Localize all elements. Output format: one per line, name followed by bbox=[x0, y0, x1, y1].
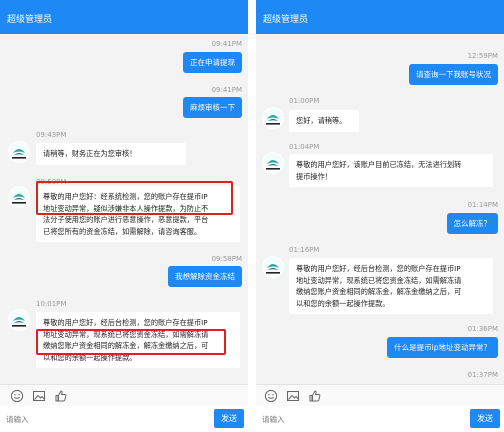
support-avatar-icon bbox=[9, 310, 29, 330]
message-timestamp: 01:37PM bbox=[467, 371, 498, 379]
send-button[interactable]: 发送 bbox=[214, 409, 244, 428]
message-input[interactable] bbox=[262, 411, 454, 427]
input-toolbar bbox=[0, 384, 248, 406]
support-avatar-icon bbox=[9, 142, 29, 162]
incoming-message: 尊敬的用户您好，该账户目前已冻结，无法进行划转 提币操作！ bbox=[289, 154, 493, 188]
input-bar: 发送 bbox=[0, 406, 248, 432]
chat-header: 超级管理员 bbox=[256, 0, 504, 34]
message-line: 地址变动异常，现系统已将您资金冻结，如需解冻请 bbox=[296, 275, 462, 285]
message-timestamp: 09:58PM bbox=[211, 255, 242, 263]
thumbs-up-icon[interactable] bbox=[54, 389, 68, 403]
message-line: 以和您的余额一起操作提款。 bbox=[296, 298, 390, 308]
support-avatar-icon bbox=[263, 108, 283, 128]
support-avatar-icon bbox=[9, 187, 29, 207]
avatar bbox=[8, 186, 30, 208]
smiley-icon[interactable] bbox=[264, 389, 278, 403]
message-timestamp: 10:01PM bbox=[36, 300, 67, 308]
smiley-icon[interactable] bbox=[10, 389, 24, 403]
avatar bbox=[262, 152, 284, 174]
support-avatar-icon bbox=[263, 153, 283, 173]
message-line: 请稍等，财务正在为您审核！ bbox=[43, 149, 137, 158]
outgoing-message: 请查询一下我账号状况 bbox=[409, 64, 498, 85]
highlight-box bbox=[36, 329, 226, 355]
highlight-box bbox=[36, 181, 233, 215]
avatar bbox=[8, 141, 30, 163]
avatar bbox=[262, 107, 284, 129]
message-timestamp: 01:16PM bbox=[289, 246, 320, 254]
image-icon[interactable] bbox=[286, 389, 300, 403]
message-timestamp: 09:41PM bbox=[211, 86, 242, 94]
message-line: 提币操作！ bbox=[296, 171, 332, 181]
message-timestamp: 12:59PM bbox=[467, 52, 498, 60]
input-bar: 发送 bbox=[256, 406, 504, 432]
outgoing-message: 正在申请提现 bbox=[183, 52, 242, 73]
message-line: 尊敬的用户您好，该账户目前已冻结，无法进行划转 bbox=[296, 160, 462, 169]
incoming-message: 您好，请稍等。 bbox=[289, 110, 359, 132]
message-line: 尊敬的用户您好，经后台检测，您的账户存在提币IP bbox=[296, 264, 461, 273]
incoming-message: 尊敬的用户您好，经后台检测，您的账户存在提币IP 地址变动异常，现系统已将您资金… bbox=[289, 258, 493, 315]
message-timestamp: 09:43PM bbox=[36, 131, 67, 139]
incoming-message: 请稍等，财务正在为您审核！ bbox=[36, 143, 186, 165]
outgoing-message: 麻烦审核一下 bbox=[183, 97, 242, 118]
message-timestamp: 01:14PM bbox=[467, 201, 498, 209]
message-input[interactable] bbox=[6, 411, 198, 427]
chat-header: 超级管理员 bbox=[0, 0, 248, 34]
chat-panel-left: 超级管理员 09:41PM 正在申请提现 09:41PM 麻烦审核一下 09:4… bbox=[0, 0, 248, 432]
send-button[interactable]: 发送 bbox=[470, 409, 500, 428]
chat-panel-right: 超级管理员 12:59PM 请查询一下我账号状况 01:00PM 您好，请稍等。… bbox=[256, 0, 504, 432]
outgoing-message: 什么是提币ip地址变动异常？ bbox=[387, 337, 498, 358]
avatar bbox=[8, 309, 30, 331]
message-timestamp: 01:36PM bbox=[467, 325, 498, 333]
support-avatar-icon bbox=[263, 257, 283, 277]
avatar bbox=[262, 256, 284, 278]
message-line: 您好，请稍等。 bbox=[296, 116, 347, 125]
message-timestamp: 09:41PM bbox=[211, 40, 242, 48]
outgoing-message: 我想解除资金冻结 bbox=[168, 266, 242, 287]
outgoing-message: 怎么解冻？ bbox=[446, 213, 498, 234]
image-icon[interactable] bbox=[32, 389, 46, 403]
message-line: 尊敬的用户您好，经后台检测，您的账户存在提币IP bbox=[43, 318, 208, 327]
message-timestamp: 01:00PM bbox=[289, 97, 320, 105]
message-line: 缴纳您账户资金相同的解冻金，解冻金缴纳之后，可 bbox=[296, 287, 462, 297]
message-line: 已将您所有的资金冻结，如需解除，请咨询客服。 bbox=[43, 226, 202, 236]
input-toolbar bbox=[256, 384, 504, 406]
message-timestamp: 01:04PM bbox=[289, 143, 320, 151]
thumbs-up-icon[interactable] bbox=[308, 389, 322, 403]
message-line: 法分子使用您的账户进行恶意操作，恶意提款，平台 bbox=[43, 215, 209, 225]
